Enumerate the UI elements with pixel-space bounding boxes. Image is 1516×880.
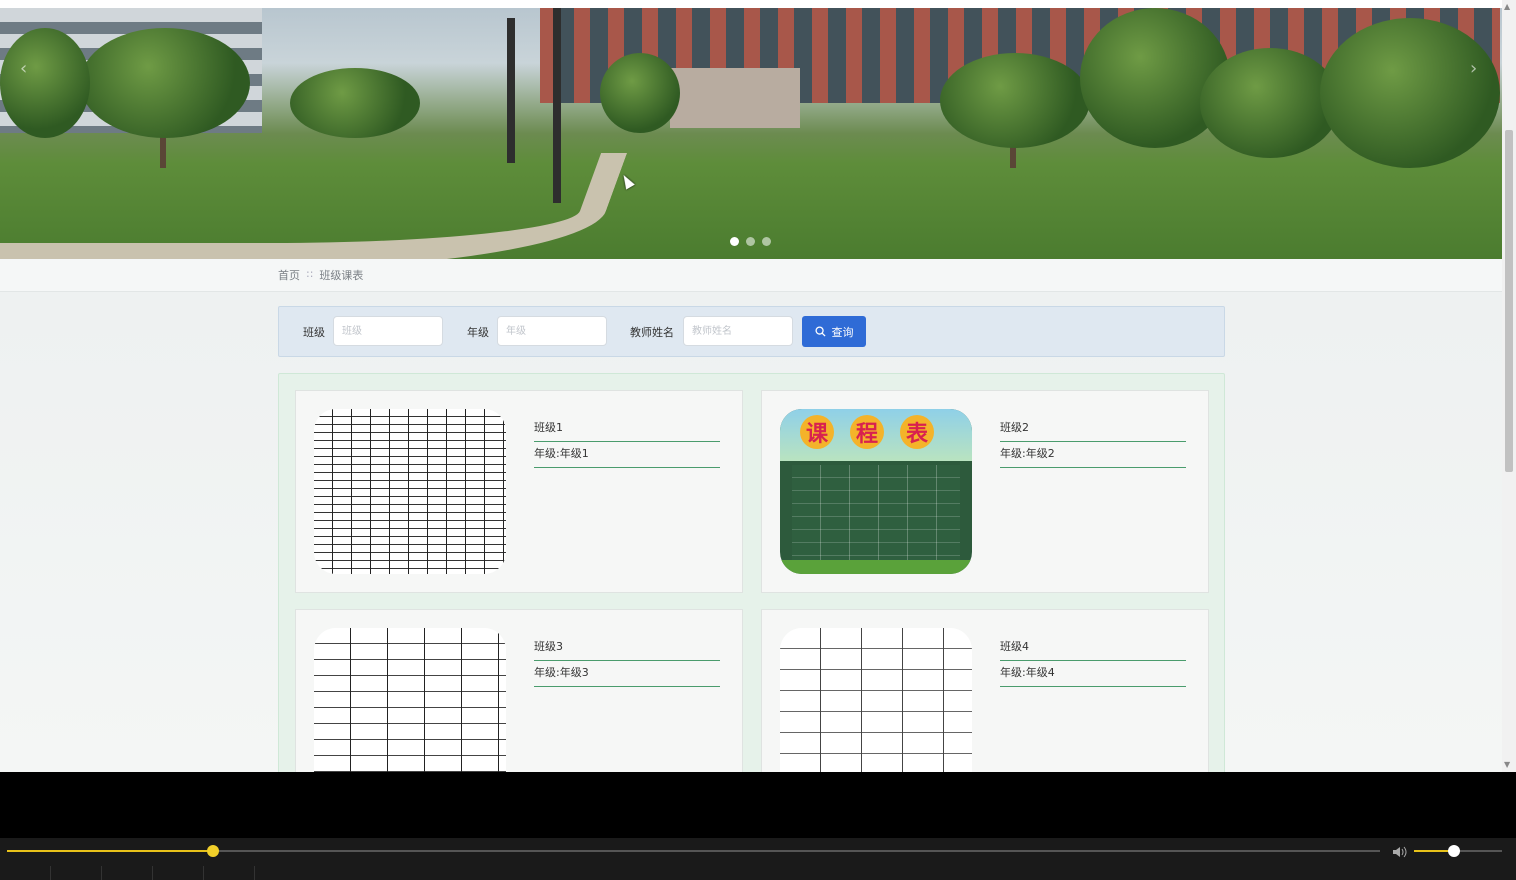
banner-building-entrance [670,68,800,128]
banner-tree [940,53,1090,148]
seek-progress [7,850,213,852]
class-name: 班级1 [534,419,720,442]
timetable-card[interactable]: 班级4 年级:年级4 [761,609,1209,772]
class-input[interactable] [333,316,443,346]
timetable-card[interactable]: 课 程 表 班级2 年级:年级2 [761,390,1209,593]
player-tab[interactable] [102,866,153,880]
carousel-dot[interactable] [746,237,755,246]
timetable-image[interactable]: 课 程 表 [780,409,972,574]
class-name: 班级3 [534,638,720,661]
grade-input[interactable] [497,316,607,346]
search-button-label: 查询 [831,325,854,339]
class-grade: 年级:年级3 [534,664,720,687]
page-viewport: ‹ › 首页 :: 班级课表 班级 年级 教师姓名 查询 班级1 [0,0,1516,772]
timetable-image-content [314,409,506,574]
carousel-next-icon[interactable]: › [1470,58,1477,79]
banner-path [0,153,628,259]
grade-label: 年级 [467,326,489,339]
volume-slider[interactable] [1414,845,1502,857]
class-grade: 年级:年级4 [1000,664,1186,687]
class-label: 班级 [303,326,325,339]
banner-tree [0,28,90,138]
banner-lamp [553,8,561,203]
carousel-dot[interactable] [730,237,739,246]
timetable-grid: 班级1 年级:年级1 课 程 表 班级2 年级:年级2 班级3 年级:年级3 班… [278,373,1225,772]
timetable-image[interactable] [314,628,506,772]
player-tab[interactable] [0,866,51,880]
board-title-char: 课 [800,415,834,449]
breadcrumb-current: 班级课表 [319,269,364,282]
scroll-up-icon[interactable]: ▲ [1504,2,1510,11]
board-title: 课 程 表 [800,415,934,449]
player-tab[interactable] [51,866,102,880]
breadcrumb-separator: :: [306,267,314,280]
volume-handle[interactable] [1447,845,1460,857]
search-button[interactable]: 查询 [802,316,866,347]
teacher-name-label: 教师姓名 [630,326,674,339]
search-icon [814,326,826,337]
class-grade: 年级:年级1 [534,445,720,468]
player-bottom-strip [0,866,1516,880]
carousel-dots [730,237,771,246]
player-tab[interactable] [204,866,255,880]
search-bar: 班级 年级 教师姓名 查询 [278,306,1225,357]
timetable-image-content [780,628,972,772]
campus-banner[interactable]: ‹ › [0,8,1502,259]
banner-tree [600,53,680,133]
banner-tree [80,28,250,138]
class-name: 班级4 [1000,638,1186,661]
timetable-card[interactable]: 班级1 年级:年级1 [295,390,743,593]
timetable-image[interactable] [314,409,506,574]
top-strip [0,0,1516,8]
banner-tree [1320,18,1500,168]
timetable-image-content: 课 程 表 [780,409,972,574]
breadcrumb-home[interactable]: 首页 [278,267,300,283]
breadcrumb-bar: 首页 :: 班级课表 [0,259,1502,292]
banner-lamp [507,18,515,163]
seek-handle[interactable] [206,845,219,857]
class-name: 班级2 [1000,419,1186,442]
timetable-card[interactable]: 班级3 年级:年级3 [295,609,743,772]
player-tab[interactable] [153,866,204,880]
carousel-prev-icon[interactable]: ‹ [20,58,27,79]
teacher-name-input[interactable] [683,316,793,346]
scrollbar-thumb[interactable] [1505,130,1513,472]
video-player-controls [0,838,1516,880]
timetable-image-content [314,628,506,772]
board-cells [792,465,960,560]
timetable-image[interactable] [780,628,972,772]
banner-tree [290,68,420,138]
scroll-down-icon[interactable]: ▼ [1504,760,1510,769]
carousel-dot[interactable] [762,237,771,246]
board-grass [780,560,972,574]
banner-tree [1200,48,1340,158]
board-title-char: 程 [850,415,884,449]
board-title-char: 表 [900,415,934,449]
volume-icon[interactable] [1392,844,1408,858]
class-grade: 年级:年级2 [1000,445,1186,468]
vertical-scrollbar[interactable]: ▲ ▼ [1502,0,1516,772]
seek-bar[interactable] [7,845,1380,857]
breadcrumb: 首页 :: 班级课表 [278,267,363,283]
